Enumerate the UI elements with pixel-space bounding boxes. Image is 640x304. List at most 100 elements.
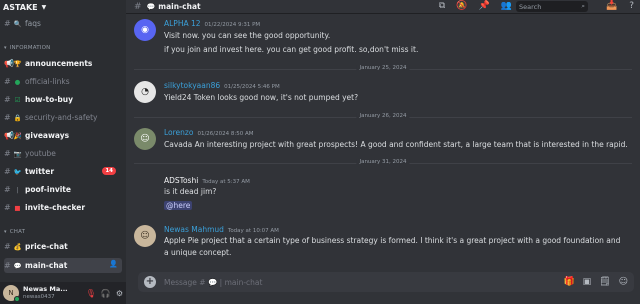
magnifier-icon: 🔍 (13, 19, 22, 28)
message-text: Visit now. you can see the good opportun… (164, 31, 331, 40)
mention-here[interactable]: @here (164, 201, 193, 210)
message-author[interactable]: Newas Mahmud (164, 225, 224, 234)
channel-faqs[interactable]: # 🔍 faqs (4, 16, 122, 31)
chevron-down-icon: ▾ (4, 229, 7, 235)
discord-app: ASTAKE ▼ # 🔍 faqs ▾ INFORMATION 📢 🏆 anno… (0, 0, 640, 304)
speech-icon: 💬 (13, 261, 22, 270)
megaphone-icon: 📢 (4, 131, 14, 140)
search-icon: ⌕ (581, 2, 585, 10)
chevron-down-icon: ▼ (41, 3, 47, 11)
stop-icon: ■ (14, 203, 21, 212)
composer-channel: | main-chat (219, 277, 263, 287)
help-icon[interactable]: ? (629, 1, 634, 11)
message-composer[interactable]: + Message # 💬 | main-chat 🎁 ▣ 🗒 ☺ (138, 272, 634, 292)
hash-icon: # (4, 95, 11, 104)
channel-label: official-links (25, 77, 70, 86)
message-timestamp: Today at 5:37 AM (202, 179, 250, 185)
date-divider: January 25, 2024 (134, 65, 632, 71)
channel-twitter[interactable]: # 🐦 twitter 14 (4, 164, 122, 179)
channel-label: announcements (25, 59, 93, 68)
muted-mic-icon[interactable]: 🎙 (86, 289, 96, 298)
server-header[interactable]: ASTAKE ▼ (0, 0, 126, 14)
message-author[interactable]: Lorenzo (164, 128, 193, 137)
hash-icon: # (4, 185, 11, 194)
message-text: Yield24 Token looks good now, it's not p… (164, 93, 359, 102)
members-icon[interactable]: 👥 (501, 1, 512, 11)
gif-icon[interactable]: ▣ (583, 277, 592, 287)
message-author[interactable]: ADSToshi (164, 176, 198, 185)
message-text: Cavada An interesting project with great… (164, 140, 628, 149)
check-box-icon: ☑ (14, 95, 21, 104)
hash-icon: # (4, 242, 11, 251)
channel-giveaways[interactable]: 📢 🎉 giveaways (4, 128, 122, 143)
inbox-icon[interactable]: 📥 (606, 1, 617, 11)
channel-security-and-safety[interactable]: # 🔒 security-and-safety (4, 110, 122, 125)
user-display-name: Newas Ma... (23, 285, 68, 293)
date-divider: January 31, 2024 (134, 159, 632, 165)
channel-label: invite-checker (25, 203, 86, 212)
gear-icon[interactable]: ⚙ (116, 289, 123, 298)
party-icon: 🎉 (13, 131, 22, 140)
message-text: if you join and invest here. you can get… (164, 45, 419, 54)
category-label: INFORMATION (9, 45, 51, 51)
channel-label: twitter (25, 167, 55, 176)
divider-label: January 31, 2024 (356, 159, 410, 165)
channel-label: faqs (25, 19, 41, 28)
emoji-icon[interactable]: ☺ (619, 277, 628, 287)
person-avatar-icon[interactable]: ☺ (134, 128, 156, 150)
hash-icon: # (4, 19, 11, 28)
channel-price-chat[interactable]: # 💰 price-chat (4, 239, 122, 254)
user-tag: newas0437 (23, 294, 55, 300)
sticker-icon[interactable]: 🗒 (599, 277, 610, 287)
green-circle-icon: ● (14, 77, 21, 86)
message-author[interactable]: ALPHA 12 (164, 19, 201, 28)
hash-icon: # (4, 167, 11, 176)
channel-label: poof-invite (25, 185, 71, 194)
channel-main-chat[interactable]: # 💬 main-chat 👤 (4, 258, 122, 273)
category-information[interactable]: ▾ INFORMATION (4, 43, 122, 53)
channel-label: giveaways (25, 131, 70, 140)
pin-icon[interactable]: 📌 (479, 1, 490, 11)
avatar[interactable]: N (3, 285, 20, 302)
bell-muted-icon[interactable]: 🔕 (456, 1, 467, 11)
message-timestamp: 01/22/2024 9:31 PM (204, 22, 261, 28)
message-input[interactable]: Message # 💬 | main-chat (164, 278, 563, 287)
bird-icon: 🐦 (13, 167, 22, 176)
channel-invite-checker[interactable]: # ■ invite-checker (4, 200, 122, 215)
channel-official-links[interactable]: # ● official-links (4, 74, 122, 89)
discord-logo-icon[interactable]: ◉ (134, 19, 156, 41)
channel-poof-invite[interactable]: # | poof-invite (4, 182, 122, 197)
lock-icon: 🔒 (13, 113, 22, 122)
divider-label: January 26, 2024 (356, 113, 410, 119)
online-status-icon (14, 296, 20, 302)
message-text: is it dead jim? (164, 187, 217, 196)
category-label: CHAT (9, 229, 26, 235)
add-user-icon[interactable]: 👤 (109, 260, 118, 268)
message-timestamp: 01/25/2024 5:46 PM (224, 84, 280, 90)
hash-icon: # (4, 203, 11, 212)
person-avatar-icon[interactable]: ☺ (134, 225, 156, 247)
channel-announcements[interactable]: 📢 🏆 announcements (4, 56, 122, 71)
hash-icon: # (4, 77, 11, 86)
channel-youtube[interactable]: # 📷 youtube (4, 146, 122, 161)
message-timestamp: 01/26/2024 8:50 AM (197, 131, 254, 137)
message-text: Apple Pie project that a certain type of… (164, 236, 621, 245)
glasses-avatar-icon[interactable]: ◔ (134, 81, 156, 103)
channel-label: security-and-safety (25, 113, 98, 122)
camera-icon: 📷 (13, 149, 22, 158)
header-actions: ⧉ 🔕 📌 👥 (439, 1, 512, 11)
threads-icon[interactable]: ⧉ (439, 1, 445, 11)
channel-sidebar: ASTAKE ▼ # 🔍 faqs ▾ INFORMATION 📢 🏆 anno… (0, 0, 126, 304)
category-chat[interactable]: ▾ CHAT (4, 227, 122, 237)
plus-icon[interactable]: + (144, 276, 156, 288)
unread-badge: 14 (102, 167, 116, 175)
channel-label: main-chat (25, 261, 68, 270)
trophy-icon: 🏆 (13, 59, 22, 68)
gift-icon[interactable]: 🎁 (563, 277, 574, 287)
search-input[interactable]: Search ⌕ (516, 1, 588, 12)
money-bag-icon: 💰 (13, 242, 22, 251)
headphones-icon[interactable]: 🎧 (101, 289, 111, 298)
channel-how-to-buy[interactable]: # ☑ how-to-buy (4, 92, 122, 107)
message-author[interactable]: silkytokyaan86 (164, 81, 220, 90)
speech-icon: 💬 (146, 2, 156, 11)
